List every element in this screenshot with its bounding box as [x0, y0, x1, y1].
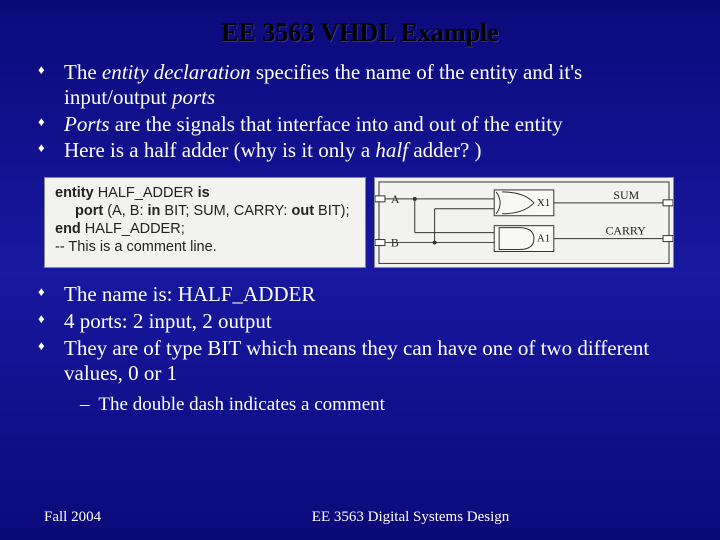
- footer: Fall 2004 EE 3563 Digital Systems Design: [0, 509, 720, 526]
- bullet-list-top: The entity declaration specifies the nam…: [64, 60, 676, 163]
- code-line: entity HALF_ADDER is: [55, 184, 355, 202]
- text-em: Ports: [64, 112, 110, 136]
- text: adder? ): [408, 138, 481, 162]
- label-carry: CARRY: [605, 224, 646, 238]
- slide-content: The entity declaration specifies the nam…: [0, 60, 720, 416]
- text: The double dash indicates a comment: [98, 394, 385, 415]
- label-x1: X1: [537, 197, 550, 209]
- text: HALF_ADDER;: [81, 221, 185, 237]
- footer-left: Fall 2004: [0, 509, 101, 526]
- label-a1: A1: [537, 233, 550, 245]
- kw: out: [291, 203, 314, 219]
- text-em: half: [375, 138, 408, 162]
- dash-icon: –: [80, 394, 94, 416]
- bullet-item: The entity declaration specifies the nam…: [64, 60, 676, 110]
- bullet-item: Ports are the signals that interface int…: [64, 112, 676, 137]
- vhdl-code: entity HALF_ADDER is port (A, B: in BIT;…: [44, 177, 366, 268]
- text: BIT);: [314, 203, 349, 219]
- kw: end: [55, 221, 81, 237]
- code-line: end HALF_ADDER;: [55, 220, 355, 238]
- text: (A, B:: [103, 203, 147, 219]
- kw: is: [198, 185, 210, 201]
- label-sum: SUM: [613, 188, 639, 202]
- text-em: ports: [172, 85, 215, 109]
- bullet-item: Here is a half adder (why is it only a h…: [64, 138, 676, 163]
- page-title: EE 3563 VHDL Example: [0, 0, 720, 60]
- text: are the signals that interface into and …: [110, 112, 563, 136]
- text: BIT; SUM, CARRY:: [160, 203, 291, 219]
- bullet-item: The name is: HALF_ADDER: [64, 282, 676, 307]
- text: Here is a half adder (why is it only a: [64, 138, 375, 162]
- kw: entity: [55, 185, 94, 201]
- comment: -- This is a comment line.: [55, 239, 217, 255]
- bullet-item: 4 ports: 2 input, 2 output: [64, 309, 676, 334]
- bullet-item: They are of type BIT which means they ca…: [64, 336, 676, 386]
- text-em: entity declaration: [102, 60, 251, 84]
- bullet-list-bottom: The name is: HALF_ADDER 4 ports: 2 input…: [64, 282, 676, 385]
- circuit-diagram: A B X1 A1: [374, 177, 674, 268]
- code-and-diagram: entity HALF_ADDER is port (A, B: in BIT;…: [44, 177, 676, 268]
- footer-center: EE 3563 Digital Systems Design: [101, 509, 720, 526]
- kw: in: [148, 203, 161, 219]
- text: HALF_ADDER: [94, 185, 198, 201]
- code-line: port (A, B: in BIT; SUM, CARRY: out BIT)…: [55, 202, 355, 220]
- sub-bullet: – The double dash indicates a comment: [80, 394, 676, 416]
- text: The: [64, 60, 102, 84]
- kw: port: [75, 203, 103, 219]
- code-line: -- This is a comment line.: [55, 238, 355, 256]
